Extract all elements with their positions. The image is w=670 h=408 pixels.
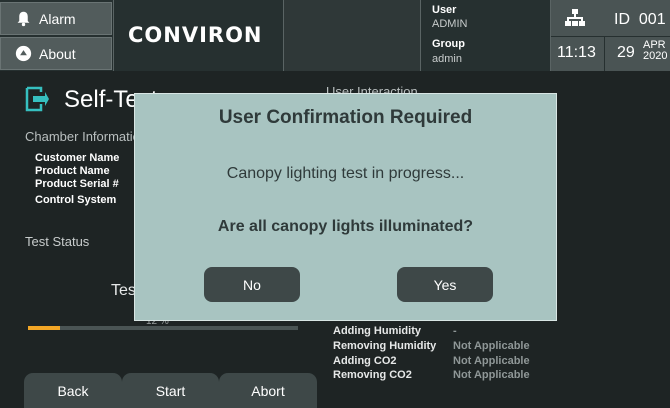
chamber-info-heading: Chamber Information	[25, 129, 148, 144]
status-label-adding-co2: Adding CO2	[333, 355, 397, 367]
info-icon	[15, 45, 32, 62]
dialog-message: Canopy lighting test in progress...	[226, 165, 465, 182]
id-label: ID	[614, 11, 630, 28]
self-test-icon	[25, 86, 49, 112]
status-value-removing-humidity: Not Applicable	[453, 340, 530, 352]
alarm-label: Alarm	[39, 10, 76, 27]
alarm-button[interactable]: Alarm	[0, 2, 112, 35]
conviron-logo: CONVIRON	[128, 23, 263, 47]
header-spacer	[283, 0, 420, 71]
chamber-id: ID 001	[614, 11, 666, 29]
group-value: admin	[432, 53, 462, 65]
start-label: Start	[155, 382, 186, 399]
header-bar: Alarm About CONVIRON User ADMIN Group ad…	[0, 0, 670, 71]
field-customer-name: Customer Name	[35, 152, 120, 164]
user-value: ADMIN	[432, 18, 468, 30]
abort-label: Abort	[251, 382, 285, 399]
bell-icon	[17, 11, 30, 27]
date-day: 29	[617, 44, 635, 61]
date-year: 2020	[643, 50, 668, 62]
user-label: User	[432, 4, 457, 16]
date-month-year: APR 2020	[643, 40, 667, 62]
dialog-question: Are all canopy lights illuminated?	[217, 218, 474, 235]
group-label: Group	[432, 38, 465, 50]
network-icon	[565, 9, 585, 26]
status-label-removing-humidity: Removing Humidity	[333, 340, 437, 352]
field-control-system: Control System	[35, 194, 117, 206]
field-product-serial: Product Serial #	[35, 178, 119, 190]
about-button[interactable]: About	[0, 37, 112, 70]
status-label-adding-humidity: Adding Humidity	[333, 325, 421, 337]
abort-button[interactable]: Abort	[219, 373, 317, 408]
field-product-name: Product Name	[35, 165, 110, 177]
status-value-adding-co2: Not Applicable	[453, 355, 530, 367]
clock-time: 11:13	[557, 44, 596, 61]
yes-label: Yes	[433, 276, 457, 293]
no-button[interactable]: No	[204, 267, 300, 302]
status-value-removing-co2: Not Applicable	[453, 369, 530, 381]
status-label-removing-co2: Removing CO2	[333, 369, 412, 381]
test-status-heading: Test Status	[25, 234, 90, 249]
dialog-title: User Confirmation Required	[218, 107, 473, 128]
status-value-adding-humidity: -	[453, 325, 457, 337]
id-value: 001	[638, 11, 666, 28]
yes-button[interactable]: Yes	[397, 267, 493, 302]
start-button[interactable]: Start	[122, 373, 219, 408]
confirmation-dialog: User Confirmation Required Canopy lighti…	[134, 93, 557, 321]
back-button[interactable]: Back	[24, 373, 122, 408]
about-label: About	[39, 45, 76, 62]
no-label: No	[243, 276, 261, 293]
test-progress-fill	[28, 326, 61, 330]
back-label: Back	[57, 382, 89, 399]
